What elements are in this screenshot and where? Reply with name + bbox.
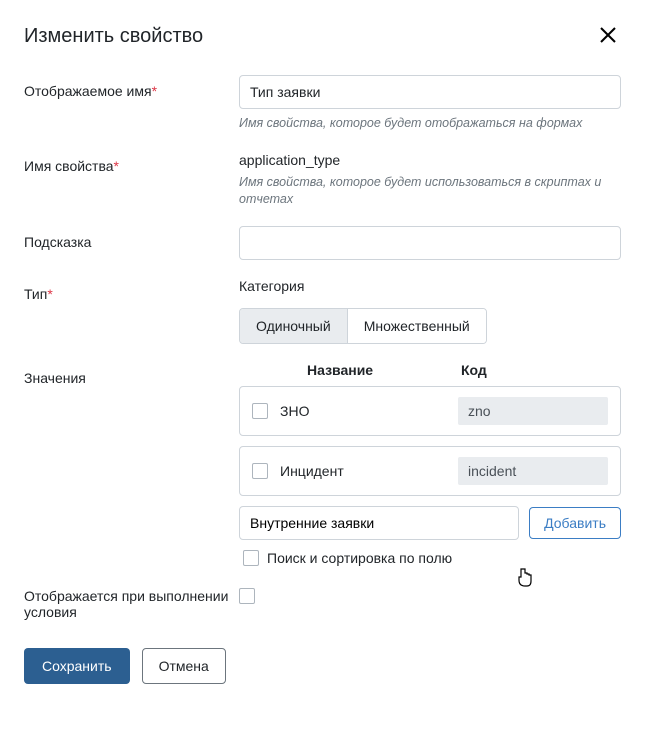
search-sort-label: Поиск и сортировка по полю <box>267 550 452 566</box>
value-checkbox[interactable] <box>252 463 268 479</box>
values-label: Значения <box>24 362 239 570</box>
values-header-name: Название <box>281 362 451 378</box>
hint-input[interactable] <box>239 226 621 260</box>
value-code[interactable]: zno <box>458 397 608 425</box>
hint-label: Подсказка <box>24 226 239 260</box>
close-icon <box>599 26 617 44</box>
values-header-code: Код <box>451 362 621 378</box>
value-name: Инцидент <box>280 463 446 479</box>
new-value-input[interactable] <box>239 506 519 540</box>
value-row: Инцидент incident <box>239 446 621 496</box>
dialog-title: Изменить свойство <box>24 25 203 48</box>
save-button[interactable]: Сохранить <box>24 648 130 684</box>
multiplicity-toggle: Одиночный Множественный <box>239 308 487 344</box>
display-name-label: Отображаемое имя* <box>24 75 239 132</box>
condition-checkbox[interactable] <box>239 588 255 604</box>
toggle-multiple[interactable]: Множественный <box>348 309 486 343</box>
display-name-input[interactable] <box>239 75 621 109</box>
value-row: ЗНО zno <box>239 386 621 436</box>
value-checkbox[interactable] <box>252 403 268 419</box>
search-sort-checkbox[interactable] <box>243 550 259 566</box>
close-button[interactable] <box>595 22 621 51</box>
value-code[interactable]: incident <box>458 457 608 485</box>
add-value-button[interactable]: Добавить <box>529 507 621 539</box>
condition-label: Отображается при выполнении условия <box>24 588 239 620</box>
type-label: Тип* <box>24 278 239 344</box>
toggle-single[interactable]: Одиночный <box>240 309 348 343</box>
value-name: ЗНО <box>280 403 446 419</box>
display-name-hint: Имя свойства, которое будет отображаться… <box>239 115 621 132</box>
prop-name-value: application_type <box>239 150 621 168</box>
prop-name-hint: Имя свойства, которое будет использовать… <box>239 174 621 208</box>
cancel-button[interactable]: Отмена <box>142 648 226 684</box>
prop-name-label: Имя свойства* <box>24 150 239 208</box>
type-name: Категория <box>239 278 621 294</box>
